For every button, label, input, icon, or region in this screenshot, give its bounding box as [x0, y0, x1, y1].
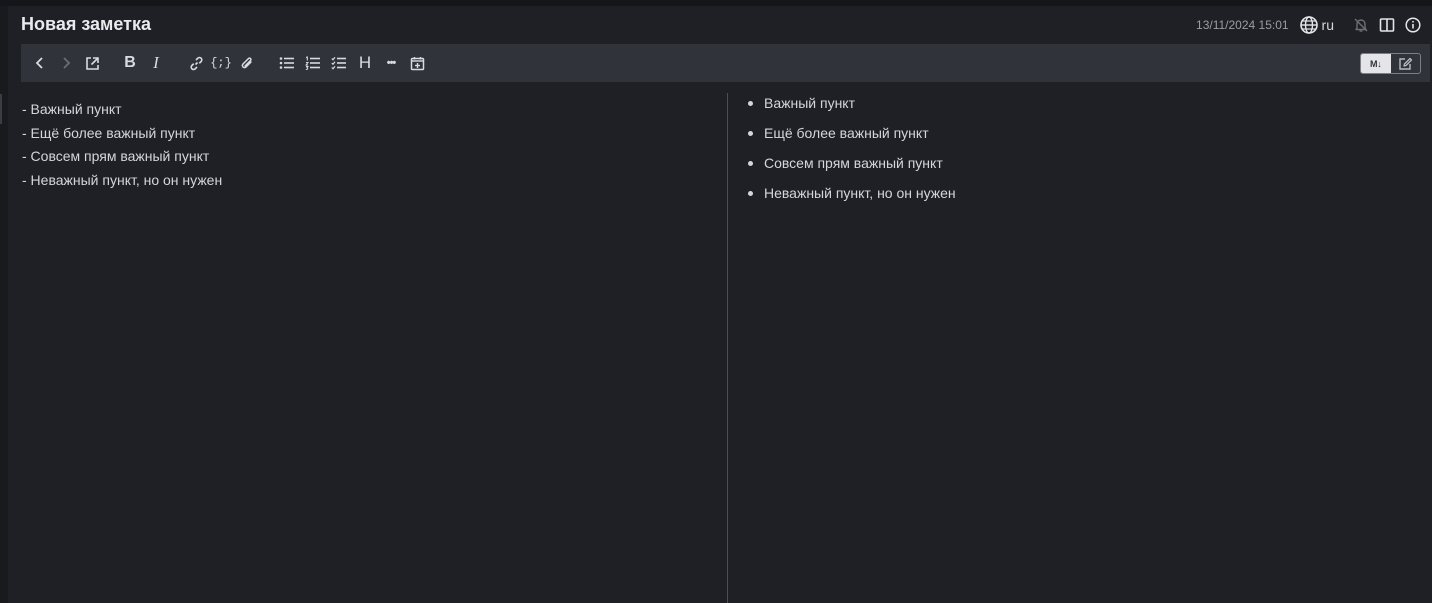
list-item: Совсем прям важный пункт — [748, 153, 956, 183]
insert-date-button[interactable] — [407, 53, 427, 73]
link-icon — [189, 56, 203, 70]
more-button[interactable]: ••• — [380, 53, 402, 73]
list-item: Неважный пункт, но он нужен — [748, 183, 956, 213]
language-selector[interactable]: ru — [1299, 16, 1334, 34]
attach-button[interactable] — [237, 53, 257, 73]
calendar-plus-icon — [410, 56, 424, 70]
bell-off-icon — [1354, 18, 1368, 32]
note-timestamp: 13/11/2024 15:01 — [1196, 18, 1289, 32]
checklist-icon — [331, 56, 346, 70]
note-header: Новая заметка 13/11/2024 15:01 ru — [8, 6, 1432, 44]
paperclip-icon — [241, 56, 252, 68]
chevron-left-icon — [35, 57, 43, 69]
edit-mode-toggle[interactable] — [1391, 54, 1421, 73]
checklist-button[interactable] — [329, 53, 349, 73]
markdown-icon: M↓ — [1370, 58, 1382, 69]
info-icon — [1405, 17, 1421, 33]
language-label: ru — [1321, 17, 1334, 33]
bullet-list-button[interactable] — [277, 53, 297, 73]
markdown-editor[interactable]: - Важный пункт - Ещё более важный пункт … — [8, 82, 727, 603]
link-button[interactable] — [186, 53, 206, 73]
open-external-button[interactable] — [82, 53, 102, 73]
left-gutter — [0, 6, 8, 603]
editor-toolbar: B I {;} H ••• M↓ — [21, 44, 1430, 82]
header-actions: 13/11/2024 15:01 ru — [1196, 15, 1422, 35]
list-item: Важный пункт — [748, 93, 956, 123]
view-mode-switch: M↓ — [1360, 53, 1421, 74]
globe-icon — [1299, 16, 1318, 34]
split-view-button[interactable] — [1378, 16, 1396, 34]
numbered-list-button[interactable] — [303, 53, 323, 73]
bold-button[interactable]: B — [120, 53, 140, 73]
bullet-list-icon — [279, 57, 294, 69]
numbered-list-icon — [305, 56, 320, 70]
list-item: Ещё более важный пункт — [748, 123, 956, 153]
edit-icon — [1399, 57, 1412, 70]
reminder-bell-button[interactable] — [1352, 16, 1370, 34]
chevron-right-icon — [63, 57, 71, 69]
external-link-icon — [85, 56, 99, 70]
markdown-preview-toggle[interactable]: M↓ — [1361, 54, 1391, 73]
gutter-marker — [0, 94, 2, 124]
editor-source-text[interactable]: - Важный пункт - Ещё более важный пункт … — [22, 98, 222, 192]
forward-button[interactable] — [56, 53, 76, 73]
code-button[interactable]: {;} — [210, 53, 232, 73]
info-button[interactable] — [1404, 16, 1422, 34]
markdown-preview: Важный пункт Ещё более важный пункт Совс… — [728, 82, 1432, 603]
italic-button[interactable]: I — [146, 53, 166, 73]
columns-icon — [1379, 18, 1395, 32]
preview-list: Важный пункт Ещё более важный пункт Совс… — [748, 93, 956, 213]
note-title[interactable]: Новая заметка — [21, 14, 151, 35]
back-button[interactable] — [30, 53, 50, 73]
heading-button[interactable]: H — [355, 53, 375, 73]
